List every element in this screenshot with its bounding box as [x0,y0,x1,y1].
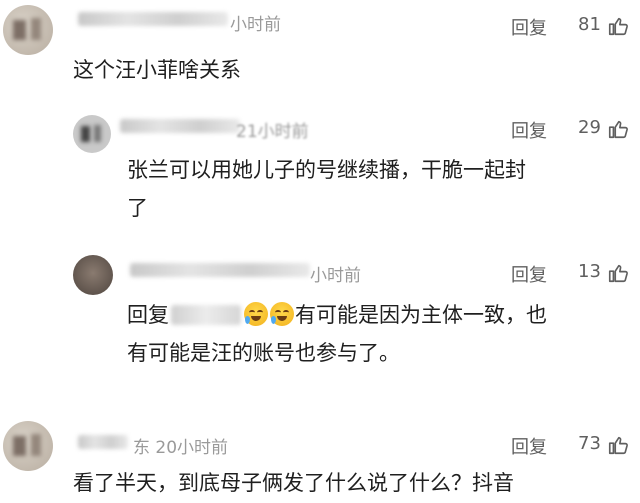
avatar[interactable] [3,5,53,55]
reply-button[interactable]: 回复 [511,14,547,40]
laughing-crying-emoji-icon [244,302,268,326]
like-count: 81 [578,14,601,35]
comment-1: 小时前 回复 81 这个汪小菲啥关系 [0,0,640,110]
reply-button[interactable]: 回复 [511,261,547,287]
comment-time: 小时前 [310,266,361,286]
username-redacted[interactable] [78,435,128,449]
comment-text: 看了半天，到底母子俩发了什么说了什么？抖音 [73,471,514,495]
comment-2: 21小时前 回复 29 张兰可以用她儿子的号继续播，干脆一起封 了 [0,110,640,240]
thumbs-up-icon[interactable] [607,434,629,456]
comment-3: 小时前 回复 13 回复 有可能是因为主体一致，也 有可能是汪的账号也参与了。 [0,245,640,405]
avatar[interactable] [73,115,111,153]
comment-time: 21小时前 [236,122,309,142]
comment-text-line2: 了 [127,196,148,220]
like-count: 13 [578,261,601,282]
comment-text-line1: 回复 有可能是因为主体一致，也 [127,297,547,333]
comment-text-line1: 张兰可以用她儿子的号继续播，干脆一起封 [127,158,526,182]
thumbs-up-icon[interactable] [607,15,629,37]
comment-text-rest: 有可能是因为主体一致，也 [295,303,547,327]
username-redacted[interactable] [130,263,310,277]
comment-time: 东 20小时前 [133,438,229,458]
reply-button[interactable]: 回复 [511,433,547,459]
username-redacted[interactable] [78,12,228,26]
comment-4: 东 20小时前 回复 73 看了半天，到底母子俩发了什么说了什么？抖音 [0,415,640,503]
laughing-crying-emoji-icon [270,302,294,326]
avatar[interactable] [3,421,53,471]
comment-text: 这个汪小菲啥关系 [73,58,241,82]
like-count: 73 [578,433,601,454]
comment-time: 小时前 [230,15,281,35]
thumbs-up-icon[interactable] [607,118,629,140]
avatar[interactable] [73,255,113,295]
reply-button[interactable]: 回复 [511,117,547,143]
comment-text-line2: 有可能是汪的账号也参与了。 [127,341,400,365]
username-redacted[interactable] [120,119,240,133]
thumbs-up-icon[interactable] [607,262,629,284]
mention-redacted[interactable] [171,305,241,325]
reply-prefix: 回复 [127,303,169,327]
like-count: 29 [578,117,601,138]
